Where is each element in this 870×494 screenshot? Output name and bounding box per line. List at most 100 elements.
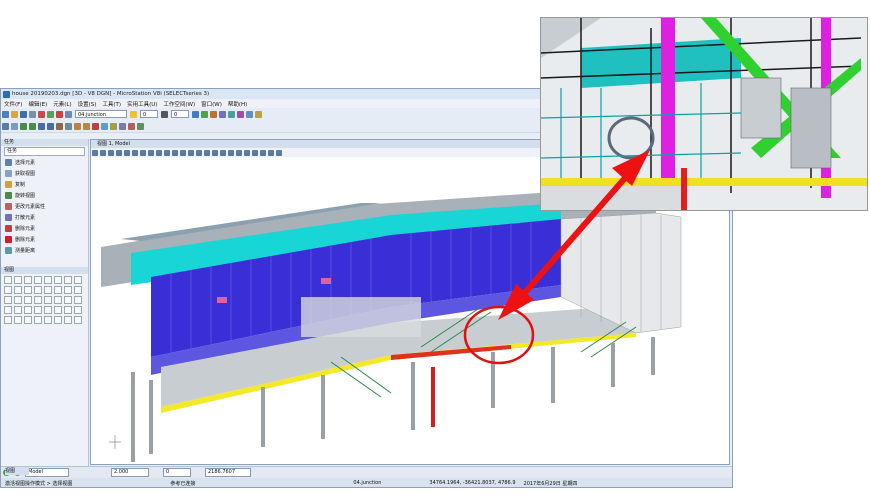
line-tool-icon[interactable] [4, 276, 12, 284]
menu-settings[interactable]: 设置(S) [75, 100, 100, 108]
mirror-tool-icon[interactable] [44, 306, 52, 314]
polygon-tool-icon[interactable] [24, 286, 32, 294]
rectangle-tool-icon[interactable] [4, 286, 12, 294]
rotate-view-icon[interactable] [140, 149, 146, 156]
rotate-view-icon[interactable] [56, 122, 63, 130]
angle-dim-tool-icon[interactable] [14, 316, 22, 324]
array-tool-icon[interactable] [54, 306, 62, 314]
raster-icon[interactable] [228, 110, 235, 118]
reference-icon[interactable] [244, 149, 250, 156]
task-item-rotate-view[interactable]: 旋转视图 [1, 190, 88, 201]
new-file-icon[interactable] [2, 110, 9, 118]
dimension-tool-icon[interactable] [4, 316, 12, 324]
menu-workspace[interactable]: 工作空间(W) [160, 100, 198, 108]
print-icon[interactable] [29, 110, 36, 118]
drop-tool-icon[interactable] [74, 316, 82, 324]
pattern-tool-icon[interactable] [14, 296, 22, 304]
shape-tool-icon[interactable] [14, 286, 22, 294]
measure-icon[interactable] [92, 122, 99, 130]
task-item-select[interactable]: 选择元素 [1, 157, 88, 168]
ungroup-tool-icon[interactable] [54, 316, 62, 324]
lights-icon[interactable] [255, 110, 262, 118]
ordinate-dim-tool-icon[interactable] [34, 316, 42, 324]
walk-icon[interactable] [204, 149, 210, 156]
palette-tab[interactable]: 视图 [5, 467, 29, 475]
select-element-icon[interactable] [2, 122, 9, 130]
note-tool-icon[interactable] [64, 296, 72, 304]
menu-file[interactable]: 文件(F) [1, 100, 25, 108]
hatch-tool-icon[interactable] [24, 296, 32, 304]
ellipse-tool-icon[interactable] [54, 286, 62, 294]
clip-mask-icon[interactable] [188, 149, 194, 156]
tag-tool-icon[interactable] [74, 296, 82, 304]
chain-tool-icon[interactable] [64, 316, 72, 324]
orthogonal-tool-icon[interactable] [34, 286, 42, 294]
edit-text-tool-icon[interactable] [54, 296, 62, 304]
menu-help[interactable]: 帮助(H) [225, 100, 250, 108]
menu-window[interactable]: 窗口(W) [198, 100, 225, 108]
zoom-in-icon[interactable] [108, 149, 114, 156]
extend-tool-icon[interactable] [74, 306, 82, 314]
level-status[interactable]: 04.junction [349, 480, 385, 486]
view-previous-icon[interactable] [74, 122, 81, 130]
radial-dim-tool-icon[interactable] [24, 316, 32, 324]
menu-element[interactable]: 元素(L) [50, 100, 74, 108]
camera-icon[interactable] [196, 149, 202, 156]
menu-tools[interactable]: 工具(T) [99, 100, 124, 108]
redo-icon[interactable] [47, 110, 54, 118]
view-rotation-icon[interactable] [260, 149, 266, 156]
line-style-icon[interactable] [161, 110, 168, 118]
reference-icon[interactable] [219, 110, 226, 118]
attributes-icon[interactable] [192, 110, 199, 118]
arc-tool-icon[interactable] [24, 276, 32, 284]
copy-view-icon[interactable] [172, 149, 178, 156]
modify-arc-tool-icon[interactable] [74, 286, 82, 294]
undo-icon[interactable] [38, 110, 45, 118]
circle-tool-icon[interactable] [44, 286, 52, 294]
task-search-field[interactable]: 任务 [4, 147, 85, 156]
view-attributes-icon[interactable] [119, 122, 126, 130]
task-item-copy[interactable]: 复制 [1, 179, 88, 190]
task-item-delete-a[interactable]: 删除元素 [1, 223, 88, 234]
walk-icon[interactable] [137, 122, 144, 130]
open-file-icon[interactable] [11, 110, 18, 118]
window-area-icon[interactable] [38, 122, 45, 130]
pan-view-icon[interactable] [65, 122, 72, 130]
snap-icon[interactable] [201, 110, 208, 118]
weight-select[interactable]: 0 [171, 110, 189, 118]
display-style-icon[interactable] [101, 122, 108, 130]
y-coordinate-field[interactable]: 0 [163, 468, 191, 477]
menu-utilities[interactable]: 实用工具(U) [124, 100, 160, 108]
cell-tool-icon[interactable] [4, 296, 12, 304]
lights-icon[interactable] [220, 149, 226, 156]
zoom-out-icon[interactable] [116, 149, 122, 156]
level-select[interactable]: 04.junction [75, 110, 127, 118]
spline-tool-icon[interactable] [54, 276, 62, 284]
level-display-icon[interactable] [236, 149, 242, 156]
curve-tool-icon[interactable] [34, 276, 42, 284]
clip-volume-icon[interactable] [110, 122, 117, 130]
arc3-tool-icon[interactable] [64, 286, 72, 294]
group-tool-icon[interactable] [44, 316, 52, 324]
save-icon[interactable] [20, 110, 27, 118]
copy-tool-icon[interactable] [14, 306, 22, 314]
fit-view-icon[interactable] [47, 122, 54, 130]
pan-view-icon[interactable] [148, 149, 154, 156]
task-item-delete-b[interactable]: 删除元素 [1, 234, 88, 245]
accudraw-icon[interactable] [210, 110, 217, 118]
task-item-fetch-view[interactable]: 获取视图 [1, 168, 88, 179]
display-style-icon[interactable] [100, 149, 106, 156]
z-coordinate-field[interactable]: 2186.7607 [205, 468, 251, 477]
color-select[interactable]: 0 [140, 110, 158, 118]
render-icon[interactable] [246, 110, 253, 118]
multiline-tool-icon[interactable] [64, 276, 72, 284]
color-swatch-icon[interactable] [130, 110, 137, 118]
view-previous-icon[interactable] [156, 149, 162, 156]
menu-edit[interactable]: 编辑(E) [25, 100, 50, 108]
text-tool-icon[interactable] [44, 296, 52, 304]
models-icon[interactable] [237, 110, 244, 118]
fit-view-icon[interactable] [132, 149, 138, 156]
point-tool-icon[interactable] [44, 276, 52, 284]
help-icon[interactable] [65, 110, 72, 118]
level-manager-icon[interactable] [56, 110, 63, 118]
